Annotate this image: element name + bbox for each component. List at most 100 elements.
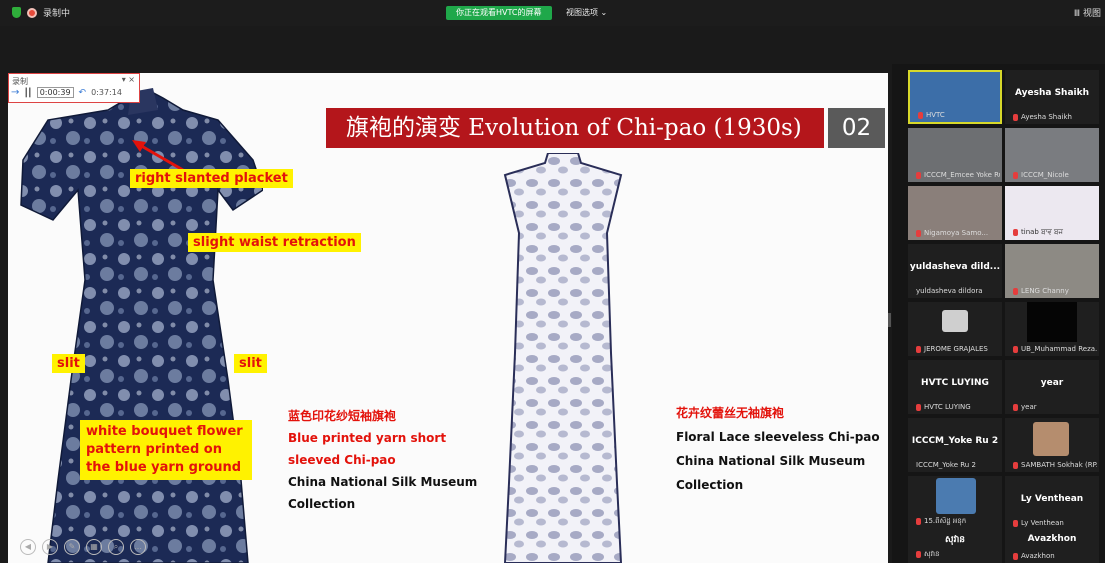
mic-icon [916,345,921,353]
participant-tile[interactable]: ICCCM_Yoke Ru 2 ICCCM_Yoke Ru 2 [908,418,1002,472]
recorder-close-icon[interactable]: ▾ × [122,75,135,84]
participant-display: ICCCM_Yoke Ru 2 [911,436,999,446]
participant-name: ICCCM_Nicole [1021,171,1069,179]
video-feed [1027,302,1077,342]
mic-icon [1013,552,1018,560]
caption1-collection: Collection [288,497,356,511]
pause-icon[interactable]: || [24,87,31,98]
recording-label: 录制中 [43,9,71,19]
participant-name: ICCCM_Yoke Ru 2 [916,461,976,469]
participant-name: LENG Channy [1021,287,1069,295]
participant-tile[interactable]: SAMBATH Sokhak (RP... [1005,418,1099,472]
participant-tile[interactable]: year year [1005,360,1099,414]
slides-grid-icon[interactable]: ▦ [86,539,102,555]
participant-tile[interactable]: Nigamoya Samo... [908,186,1002,240]
mic-icon [916,517,921,525]
caption2-collection: Collection [676,478,744,492]
participant-display: Ly Venthean [1020,494,1084,504]
participant-tile[interactable]: HVTC [908,70,1002,124]
caption1-en-line2: sleeved Chi-pao [288,453,396,467]
participant-tile[interactable]: UB_Muhammad Reza... [1005,302,1099,356]
caption1-en-line1: Blue printed yarn short [288,431,447,445]
participant-name: 15.ពិសិដ្ឋ អនុក [924,517,967,525]
label-pattern: white bouquet flower pattern printed on … [80,420,252,480]
recording-status: 录制中 [12,6,70,19]
participant-tile[interactable]: ICCCM_Emcee Yoke Ru [908,128,1002,182]
participant-tile[interactable]: សុវាន សុវាន [908,530,1002,563]
caption-blue-chipao: 蓝色印花纱短袖旗袍 Blue printed yarn short sleeve… [288,405,477,515]
participant-tile[interactable]: Ly Venthean Ly Venthean [1005,476,1099,530]
recorder-panel: 录制 ▾ × → || 0:00:39 ↶ 0:37:14 [8,73,140,103]
participant-tile[interactable]: Avazkhon Avazkhon [1005,530,1099,563]
participant-display: HVTC LUYING [921,378,989,388]
participant-tile[interactable]: 15.ពិសិដ្ឋ អនុក [908,476,1002,530]
view-options-menu[interactable]: 视图选项 ⌄ [566,7,607,18]
participant-name: tinab ਬਾਵ ਬਜ [1021,228,1064,236]
mic-icon [916,403,921,411]
participant-tile[interactable]: Ayesha Shaikh Ayesha Shaikh [1005,70,1099,124]
label-placket: right slanted placket [130,169,293,188]
mic-icon [916,171,921,179]
more-icon[interactable]: … [130,539,146,555]
avatar-icon [942,310,968,332]
video-feed [1033,422,1069,456]
mic-icon [1013,171,1018,179]
zoom-icon[interactable]: ⌕ [108,539,124,555]
mic-icon [1013,461,1018,469]
slide-number: 02 [828,108,885,148]
participant-name: UB_Muhammad Reza... [1021,345,1097,353]
participant-tile[interactable]: JEROME GRAJALES [908,302,1002,356]
forward-icon[interactable]: → [11,87,19,98]
participant-name: SAMBATH Sokhak (RP... [1021,461,1097,469]
participant-name: Ly Venthean [1021,519,1064,527]
shield-icon [12,7,21,18]
participant-name: year [1021,403,1037,411]
time-total: 0:37:14 [91,88,122,97]
label-slit-right: slit [234,354,267,373]
next-slide-icon[interactable]: ▶ [42,539,58,555]
caption2-museum: China National Silk Museum [676,454,866,468]
participant-tile[interactable]: tinab ਬਾਵ ਬਜ [1005,186,1099,240]
participant-tile[interactable]: yuldasheva dild... yuldasheva dildora [908,244,1002,298]
participant-display: Avazkhon [1027,534,1077,544]
mic-icon [916,229,921,237]
screen-share-badge: 你正在观看HVTC的屏幕 [446,6,552,20]
pen-icon[interactable]: ✎ [64,539,80,555]
participant-name: សុវាន [924,550,940,558]
meeting-top-bar: 录制中 你正在观看HVTC的屏幕 视图选项 ⌄ Ⅲ 视图 [0,0,1105,26]
participant-name: yuldasheva dildora [916,287,983,295]
participant-display: yuldasheva dild... [909,262,1001,272]
mic-icon [1013,113,1018,121]
caption-lace-chipao: 花卉纹蕾丝无袖旗袍 Floral Lace sleeveless Chi-pao… [676,401,880,497]
record-icon [27,7,37,18]
participant-name: JEROME GRAJALES [924,345,988,353]
participant-name: Avazkhon [1021,552,1055,560]
participant-tile[interactable]: LENG Channy [1005,244,1099,298]
mic-icon [1013,345,1018,353]
prev-slide-icon[interactable]: ◀ [20,539,36,555]
caption2-zh: 花卉纹蕾丝无袖旗袍 [676,406,785,420]
time-elapsed: 0:00:39 [36,87,74,98]
mic-icon [1013,287,1018,295]
view-switch-button[interactable]: Ⅲ 视图 [1074,6,1101,19]
slide-title: 旗袍的演变 Evolution of Chi-pao (1930s) [326,108,824,148]
participant-name: HVTC LUYING [924,403,971,411]
video-feed [936,478,976,514]
shared-slide: 旗袍的演变 Evolution of Chi-pao (1930s) 02 ri… [8,73,888,563]
participant-display: year [1040,378,1064,388]
caption1-zh: 蓝色印花纱短袖旗袍 [288,409,397,423]
participant-name: ICCCM_Emcee Yoke Ru [924,171,1000,179]
caption1-museum: China National Silk Museum [288,475,478,489]
mic-icon [918,111,923,119]
mic-icon [1013,519,1018,527]
lace-chipao-image [503,153,623,563]
rewind-icon[interactable]: ↶ [79,88,87,98]
participant-name: HVTC [926,111,945,119]
participant-tile[interactable]: HVTC LUYING HVTC LUYING [908,360,1002,414]
mic-icon [1013,228,1018,236]
panel-resize-handle[interactable] [888,313,891,327]
participant-gallery: HVTC Ayesha Shaikh Ayesha Shaikh ICCCM_E… [892,64,1105,563]
participant-name: Ayesha Shaikh [1021,113,1072,121]
mic-icon [1013,403,1018,411]
participant-tile[interactable]: ICCCM_Nicole [1005,128,1099,182]
